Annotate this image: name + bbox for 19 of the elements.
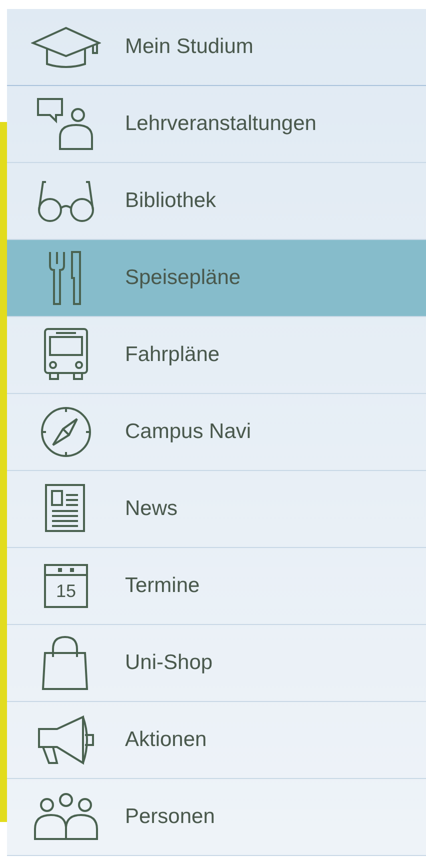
calendar-icon: 15 <box>44 564 88 608</box>
menu-item[interactable]: Personen <box>7 779 426 856</box>
menu-item[interactable]: Uni-Shop <box>7 625 426 702</box>
bus-icon <box>42 327 90 383</box>
menu-item[interactable]: Campus Navi <box>7 394 426 471</box>
shopping-bag-icon <box>41 635 91 691</box>
menu-item[interactable]: Lehrveranstaltungen <box>7 86 426 163</box>
menu-item[interactable]: Fahrpläne <box>7 317 426 394</box>
mortarboard-icon <box>31 24 101 70</box>
compass-icon <box>39 405 93 459</box>
menu-item[interactable]: 15 Termine <box>7 548 426 625</box>
menu-item[interactable]: Mein Studium <box>7 9 426 86</box>
newspaper-icon <box>44 483 88 535</box>
megaphone-icon <box>37 715 95 765</box>
speaker-icon <box>36 97 96 151</box>
people-icon <box>33 793 99 841</box>
menu-item[interactable]: Speisepläne <box>7 240 426 317</box>
menu-item[interactable]: News <box>7 471 426 548</box>
menu-item[interactable]: Aktionen <box>7 702 426 779</box>
